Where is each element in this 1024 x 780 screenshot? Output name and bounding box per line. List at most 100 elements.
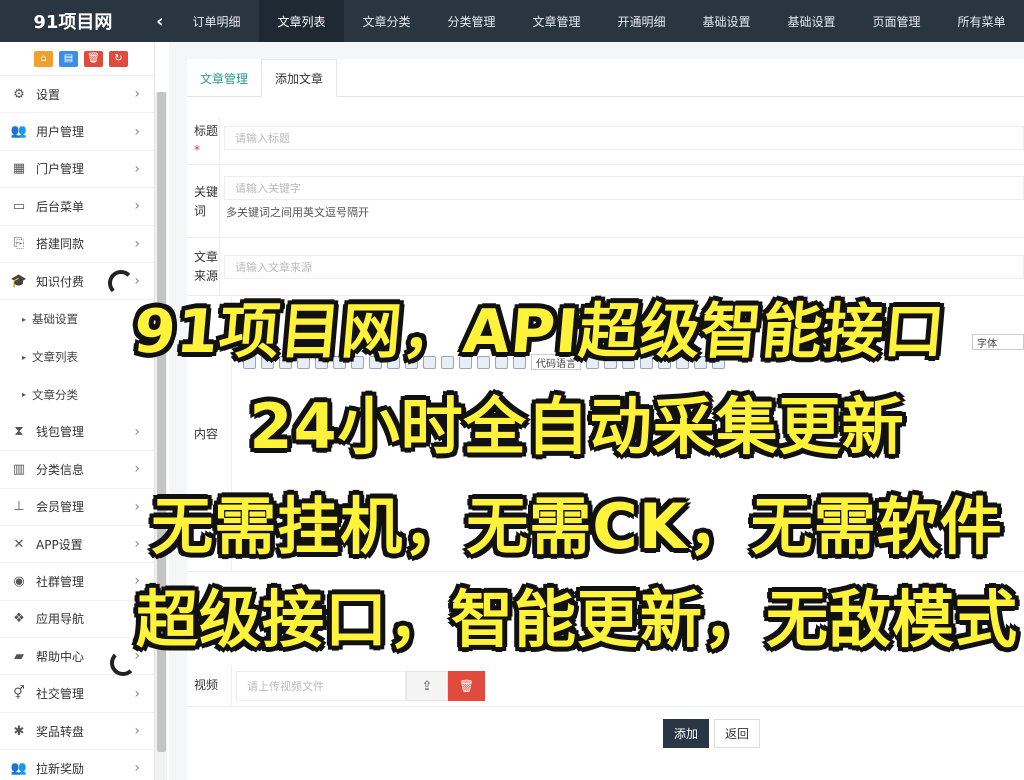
sidebar-item-label: 应用导航: [36, 612, 85, 627]
music-icon[interactable]: [495, 355, 508, 369]
bullet-icon: ▸: [22, 390, 27, 400]
video-icon[interactable]: [477, 355, 490, 369]
sidebar-item-settings[interactable]: ⚙ 设置 ›: [0, 76, 154, 114]
topnav-item-category-manage[interactable]: 分类管理: [429, 0, 514, 42]
top-bar: 91项目网 ‹ 订单明细 文章列表 文章分类 分类管理 文章管理 开通明细 基础…: [0, 0, 1024, 42]
image-left-icon[interactable]: [387, 355, 400, 369]
align-left-icon[interactable]: [243, 355, 256, 369]
emoji-icon[interactable]: [459, 355, 472, 369]
attachment-icon[interactable]: [513, 355, 526, 369]
back-button[interactable]: 返回: [714, 719, 760, 748]
anchor-icon[interactable]: [369, 355, 382, 369]
sidebar-item-label: 社群管理: [36, 574, 85, 589]
sidebar-subitem-article-list[interactable]: ▸ 文章列表: [0, 338, 154, 376]
topnav-item-all-menus[interactable]: 所有菜单: [939, 0, 1024, 42]
sidebar-item-app-nav[interactable]: ❖ 应用导航 ›: [0, 601, 154, 639]
sidebar-item-portal-manage[interactable]: ▦ 门户管理 ›: [0, 151, 154, 189]
sidebar-item-category-info[interactable]: ▥ 分类信息 ›: [0, 451, 154, 489]
topnav-item-article-category[interactable]: 文章分类: [344, 0, 429, 42]
title-input[interactable]: 请输入标题: [224, 126, 1024, 150]
link-icon[interactable]: [333, 355, 346, 369]
tab-article-manage[interactable]: 文章管理: [187, 59, 261, 97]
chevron-right-icon: ›: [134, 423, 140, 440]
time-icon[interactable]: [640, 355, 653, 369]
tab-bar: 文章管理 添加文章: [187, 59, 1024, 97]
topnav-item-basic-settings-2[interactable]: 基础设置: [769, 0, 854, 42]
sidebar-item-backend-menu[interactable]: ▭ 后台菜单 ›: [0, 188, 154, 226]
add-button[interactable]: 添加: [663, 719, 709, 748]
sidebar-item-community[interactable]: ◉ 社群管理 ›: [0, 563, 154, 601]
pdf-file-icon: ⎘: [13, 236, 25, 252]
superscript-icon[interactable]: [297, 355, 310, 369]
video-label-text: 视频: [194, 678, 219, 692]
insert-row-icon[interactable]: [694, 355, 707, 369]
image-right-icon[interactable]: [405, 355, 418, 369]
sidebar-item-label: 社交管理: [36, 687, 85, 702]
sidebar-item-prize-wheel[interactable]: ✱ 奖品转盘 ›: [0, 713, 154, 751]
search-replace-icon[interactable]: [658, 355, 671, 369]
font-family-select[interactable]: 字体: [972, 334, 1024, 350]
image-icon[interactable]: [441, 355, 454, 369]
topnav-item-article-manage[interactable]: 文章管理: [514, 0, 599, 42]
image-center-icon[interactable]: [423, 355, 436, 369]
sidebar: ⌂ ▤ 🗑 ↻ ⚙ 设置 › 👥 用户管理 › ▦ 门户管理 › ▭ 后台菜单 …: [0, 42, 155, 780]
topnav-item-basic-settings[interactable]: 基础设置: [684, 0, 769, 42]
sidebar-item-knowledge-paid[interactable]: 🎓 知识付费 ›: [0, 263, 154, 301]
keywords-input[interactable]: 请输入关键字: [224, 176, 1024, 200]
home-icon[interactable]: ⌂: [34, 50, 53, 67]
trash-icon[interactable]: 🗑: [448, 671, 485, 701]
chevron-right-icon: ›: [134, 760, 140, 777]
source-input[interactable]: 请输入文章来源: [224, 255, 1024, 279]
sidebar-item-user-manage[interactable]: 👥 用户管理 ›: [0, 113, 154, 151]
source-label-line2: 来源: [194, 269, 219, 283]
required-mark: *: [194, 142, 200, 157]
topnav-item-article-list[interactable]: 文章列表: [259, 0, 344, 42]
align-center-icon[interactable]: [261, 355, 274, 369]
chevron-right-icon: ›: [134, 685, 140, 702]
unlink-icon[interactable]: [351, 355, 364, 369]
video-upload-input[interactable]: 请上传视频文件: [236, 671, 406, 701]
sidebar-item-label: 知识付费: [36, 274, 85, 289]
content-label-text: 内容: [194, 426, 219, 441]
brand-logo[interactable]: 91项目网: [0, 0, 146, 42]
chevron-right-icon: ›: [134, 536, 140, 553]
chevron-left-icon[interactable]: ‹: [146, 0, 174, 42]
keywords-label-line1: 关键: [194, 184, 219, 199]
background-icon[interactable]: [604, 355, 617, 369]
sidebar-item-label: 奖品转盘: [36, 724, 85, 739]
sidebar-subitem-article-category[interactable]: ▸ 文章分类: [0, 376, 154, 414]
source-label-line1: 文章: [194, 250, 219, 264]
sidebar-scrollbar-thumb[interactable]: [157, 92, 166, 752]
sidebar-item-member-manage[interactable]: ⊥ 会员管理 ›: [0, 489, 154, 526]
keywords-label-line2: 词: [194, 203, 207, 218]
sidebar-subitem-label: 基础设置: [32, 312, 79, 327]
sidebar-item-help-center[interactable]: ▰ 帮助中心 ›: [0, 638, 154, 676]
file-icon[interactable]: ▤: [59, 50, 78, 67]
date-icon[interactable]: [622, 355, 635, 369]
refresh-icon[interactable]: ↻: [109, 50, 128, 67]
code-language-select[interactable]: 代码语言: [531, 354, 581, 370]
topnav-item-open-detail[interactable]: 开通明细: [599, 0, 684, 42]
upload-icon[interactable]: ⇪: [406, 671, 448, 701]
insert-col-icon[interactable]: [712, 355, 725, 369]
sidebar-subitem-basic-settings[interactable]: ▸ 基础设置: [0, 300, 154, 338]
topnav-item-orders[interactable]: 订单明细: [174, 0, 259, 42]
form-panel: 文章管理 添加文章 标题 * 请输入标题 关键 词 请输入关键字 多关键词之间用…: [187, 59, 1024, 780]
chevron-right-icon: ›: [134, 610, 140, 627]
sidebar-item-referral-reward[interactable]: 👥 拉新奖励 ›: [0, 750, 154, 780]
sidebar-item-app-settings[interactable]: ✕ APP设置 ›: [0, 526, 154, 564]
editor-toolbar: 字体 代码语言: [239, 332, 1024, 392]
topnav-item-page-manage[interactable]: 页面管理: [854, 0, 939, 42]
table-icon[interactable]: [676, 355, 689, 369]
title-label-text: 标题: [194, 123, 219, 138]
subscript-icon[interactable]: [315, 355, 328, 369]
align-right-icon[interactable]: [279, 355, 292, 369]
sidebar-item-social[interactable]: ⚥ 社交管理 ›: [0, 675, 154, 713]
trash-icon[interactable]: 🗑: [84, 50, 103, 67]
tab-add-article[interactable]: 添加文章: [261, 59, 338, 97]
sidebar-item-label: 钱包管理: [36, 425, 85, 440]
template-icon[interactable]: [586, 355, 599, 369]
sidebar-item-wallet[interactable]: ⧗ 钱包管理 ›: [0, 414, 154, 452]
sidebar-item-build-same[interactable]: ⎘ 搭建同款 ›: [0, 226, 154, 263]
chevron-right-icon: ›: [134, 86, 140, 103]
